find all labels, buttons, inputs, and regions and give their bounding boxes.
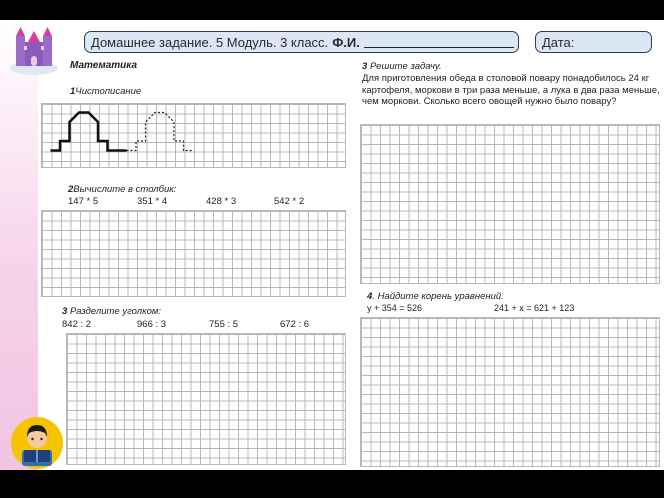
task3-problem-number: 3 — [362, 61, 368, 72]
task3-division-heading: 3 Разделите уголком: — [62, 306, 161, 317]
equations-grid[interactable] — [360, 317, 660, 467]
equation: у + 354 = 526 — [367, 303, 423, 313]
name-field[interactable] — [363, 36, 514, 48]
side-decoration-strip — [0, 20, 38, 470]
task1-title: Чистописание — [75, 86, 142, 97]
header-title-box: Домашнее задание. 5 Модуль. 3 класс. Ф.И… — [84, 31, 519, 53]
date-label: Дата: — [542, 34, 575, 50]
task2-expression: 147 * 5 — [68, 196, 99, 207]
equation: 241 + х = 621 + 123 — [494, 303, 575, 313]
word-problem-grid[interactable] — [360, 124, 660, 284]
task2-expression: 542 * 2 — [274, 196, 305, 207]
header-title: Домашнее задание. 5 Модуль. 3 класс. — [91, 34, 329, 50]
word-problem-text: Для приготовления обеда в столовой повар… — [362, 73, 660, 107]
castle-icon — [10, 27, 58, 75]
division-expression: 672 : 6 — [280, 319, 310, 330]
task2-heading: 2Вычислите в столбик: — [68, 184, 176, 195]
division-expression: 842 : 2 — [62, 319, 92, 330]
penmanship-pattern — [50, 111, 193, 152]
task4-title: Найдите корень уравнений. — [377, 291, 504, 302]
task3-problem-title: Решите задачу. — [369, 61, 442, 72]
task2-expression: 428 * 3 — [206, 196, 237, 207]
column-multiplication-grid[interactable] — [41, 210, 346, 297]
task3-division-number: 3 — [62, 306, 68, 317]
division-expression: 966 : 3 — [137, 319, 167, 330]
task3-problem-heading: 3 Решите задачу. — [362, 61, 442, 72]
task2-title: Вычислите в столбик: — [73, 184, 177, 195]
task1-heading: 1Чистописание — [70, 86, 141, 97]
task4-number: 4 — [367, 291, 373, 302]
worksheet-page: Домашнее задание. 5 Модуль. 3 класс. Ф.И… — [0, 20, 664, 470]
task2-expression: 351 * 4 — [137, 196, 168, 207]
long-division-grid[interactable] — [66, 333, 346, 465]
date-box: Дата: — [535, 31, 652, 53]
task3-division-title: Разделите уголком: — [69, 306, 162, 317]
division-expression: 755 : 5 — [209, 319, 239, 330]
subject-title: Математика — [70, 60, 138, 71]
task4-heading: 4. Найдите корень уравнений. — [367, 291, 504, 302]
reading-student-icon — [11, 417, 63, 469]
name-label: Ф.И. — [332, 34, 360, 50]
